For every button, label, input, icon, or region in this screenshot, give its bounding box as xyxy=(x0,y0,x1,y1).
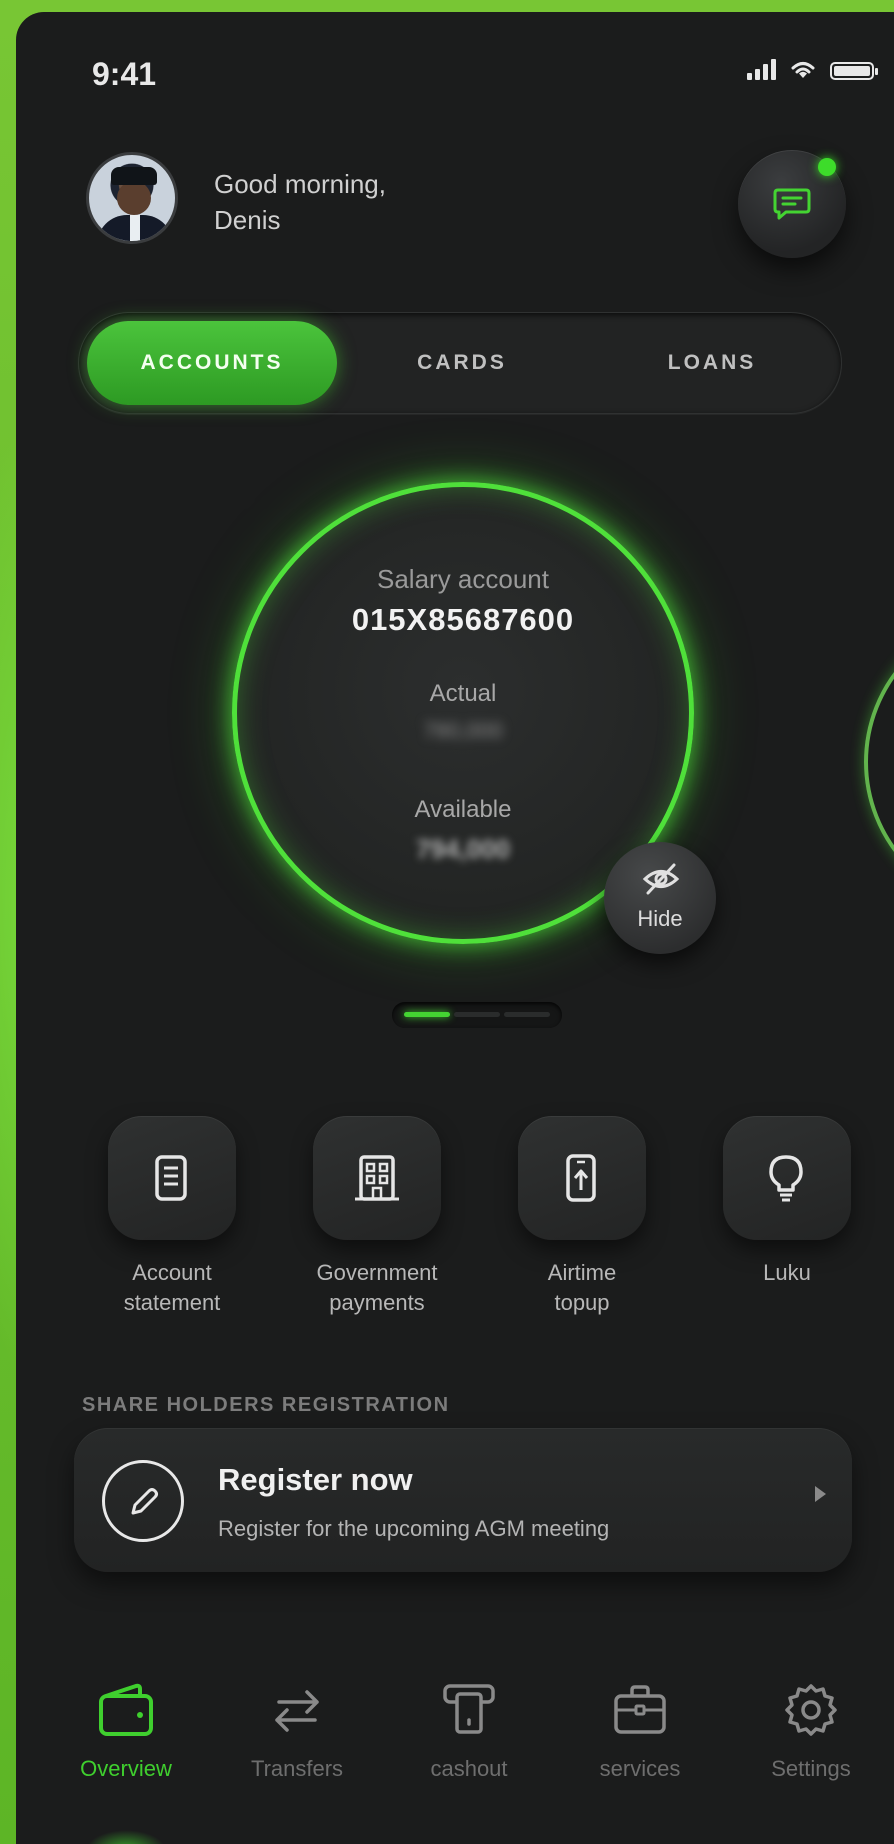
status-bar: 9:41 xyxy=(92,50,878,92)
quick-action-tile[interactable] xyxy=(313,1116,441,1240)
label-line1: Airtime xyxy=(547,1260,617,1285)
greeting-line1: Good morning, xyxy=(214,169,386,199)
quick-action-tile[interactable] xyxy=(108,1116,236,1240)
messages-button[interactable] xyxy=(738,150,846,258)
greeting: Good morning, Denis xyxy=(214,166,386,238)
register-title: Register now xyxy=(218,1462,413,1497)
gear-icon xyxy=(785,1684,837,1736)
phone-screen: 9:41 Good morning, Denis ACCOUNTS CARDS … xyxy=(16,12,894,1844)
nav-label: cashout xyxy=(430,1756,508,1781)
nav-label: services xyxy=(599,1756,681,1781)
actual-balance-label: Actual xyxy=(429,680,497,707)
document-icon xyxy=(155,1155,187,1201)
lightbulb-icon xyxy=(769,1155,803,1202)
section-label-share-holders: SHARE HOLDERS REGISTRATION xyxy=(82,1394,450,1416)
wallet-icon xyxy=(99,1683,153,1736)
label-line2: payments xyxy=(329,1290,425,1315)
nav-label: Transfers xyxy=(250,1756,344,1781)
label-line2: topup xyxy=(554,1290,610,1315)
user-name: Denis xyxy=(214,205,281,235)
pencil-icon xyxy=(131,1488,158,1515)
wifi-icon xyxy=(791,62,815,78)
phone-topup-icon xyxy=(566,1154,596,1202)
account-pager xyxy=(392,1002,562,1028)
label-line2: statement xyxy=(123,1290,221,1315)
register-now-card[interactable]: Register now Register for the upcoming A… xyxy=(74,1428,852,1572)
notification-dot xyxy=(818,158,836,176)
avatar[interactable] xyxy=(86,152,178,244)
nav-settings[interactable]: Settings xyxy=(736,1682,886,1782)
briefcase-icon xyxy=(614,1685,666,1734)
pager-dot-3[interactable] xyxy=(504,1012,550,1017)
tab-accounts[interactable]: ACCOUNTS xyxy=(87,321,337,405)
quick-action-label: Government payments xyxy=(311,1258,443,1318)
pager-dot-2[interactable] xyxy=(454,1012,500,1017)
active-nav-glow xyxy=(86,1830,166,1844)
atm-icon xyxy=(443,1684,495,1734)
nav-cashout[interactable]: cashout xyxy=(394,1682,544,1782)
account-number: 015X85687600 xyxy=(351,602,575,637)
label-line1: Luku xyxy=(763,1260,811,1285)
available-balance-label: Available xyxy=(414,796,512,823)
account-title: Salary account xyxy=(377,564,549,594)
next-account-card[interactable] xyxy=(864,612,894,912)
nav-overview[interactable]: Overview xyxy=(51,1682,201,1782)
tab-cards[interactable]: CARDS xyxy=(337,321,587,405)
tab-loans[interactable]: LOANS xyxy=(587,321,837,405)
hide-balance-button[interactable]: Hide xyxy=(604,842,716,954)
quick-action-label: Airtime topup xyxy=(516,1258,648,1318)
quick-action-tile[interactable] xyxy=(723,1116,851,1240)
quick-action-luku[interactable]: Luku xyxy=(721,1116,853,1288)
building-icon xyxy=(355,1155,399,1201)
status-time: 9:41 xyxy=(92,56,157,92)
nav-transfers[interactable]: Transfers xyxy=(222,1682,372,1782)
nav-services[interactable]: services xyxy=(565,1682,715,1782)
chat-icon xyxy=(773,188,811,220)
quick-action-tile[interactable] xyxy=(518,1116,646,1240)
signal-icon xyxy=(747,58,776,80)
battery-icon xyxy=(830,62,878,80)
pager-dot-1[interactable] xyxy=(404,1012,450,1017)
label-line1: Account xyxy=(132,1260,212,1285)
actual-balance-value: 780,000 xyxy=(423,718,503,743)
hide-label: Hide xyxy=(637,906,683,931)
quick-action-airtime-topup[interactable]: Airtime topup xyxy=(516,1116,648,1318)
quick-action-government-payments[interactable]: Government payments xyxy=(311,1116,443,1318)
eye-off-icon xyxy=(642,863,680,895)
pencil-icon-circle xyxy=(102,1460,184,1542)
quick-action-account-statement[interactable]: Account statement xyxy=(106,1116,238,1318)
status-icons xyxy=(747,58,878,80)
nav-label: Overview xyxy=(80,1756,172,1781)
nav-label: Settings xyxy=(771,1756,851,1781)
account-type-tabs: ACCOUNTS CARDS LOANS xyxy=(78,312,842,414)
quick-action-label: Luku xyxy=(721,1258,853,1288)
quick-action-label: Account statement xyxy=(106,1258,238,1318)
chevron-right-icon xyxy=(815,1486,826,1502)
transfer-arrows-icon xyxy=(275,1690,319,1732)
label-line1: Government xyxy=(316,1260,438,1285)
register-subtitle: Register for the upcoming AGM meeting xyxy=(218,1516,610,1541)
